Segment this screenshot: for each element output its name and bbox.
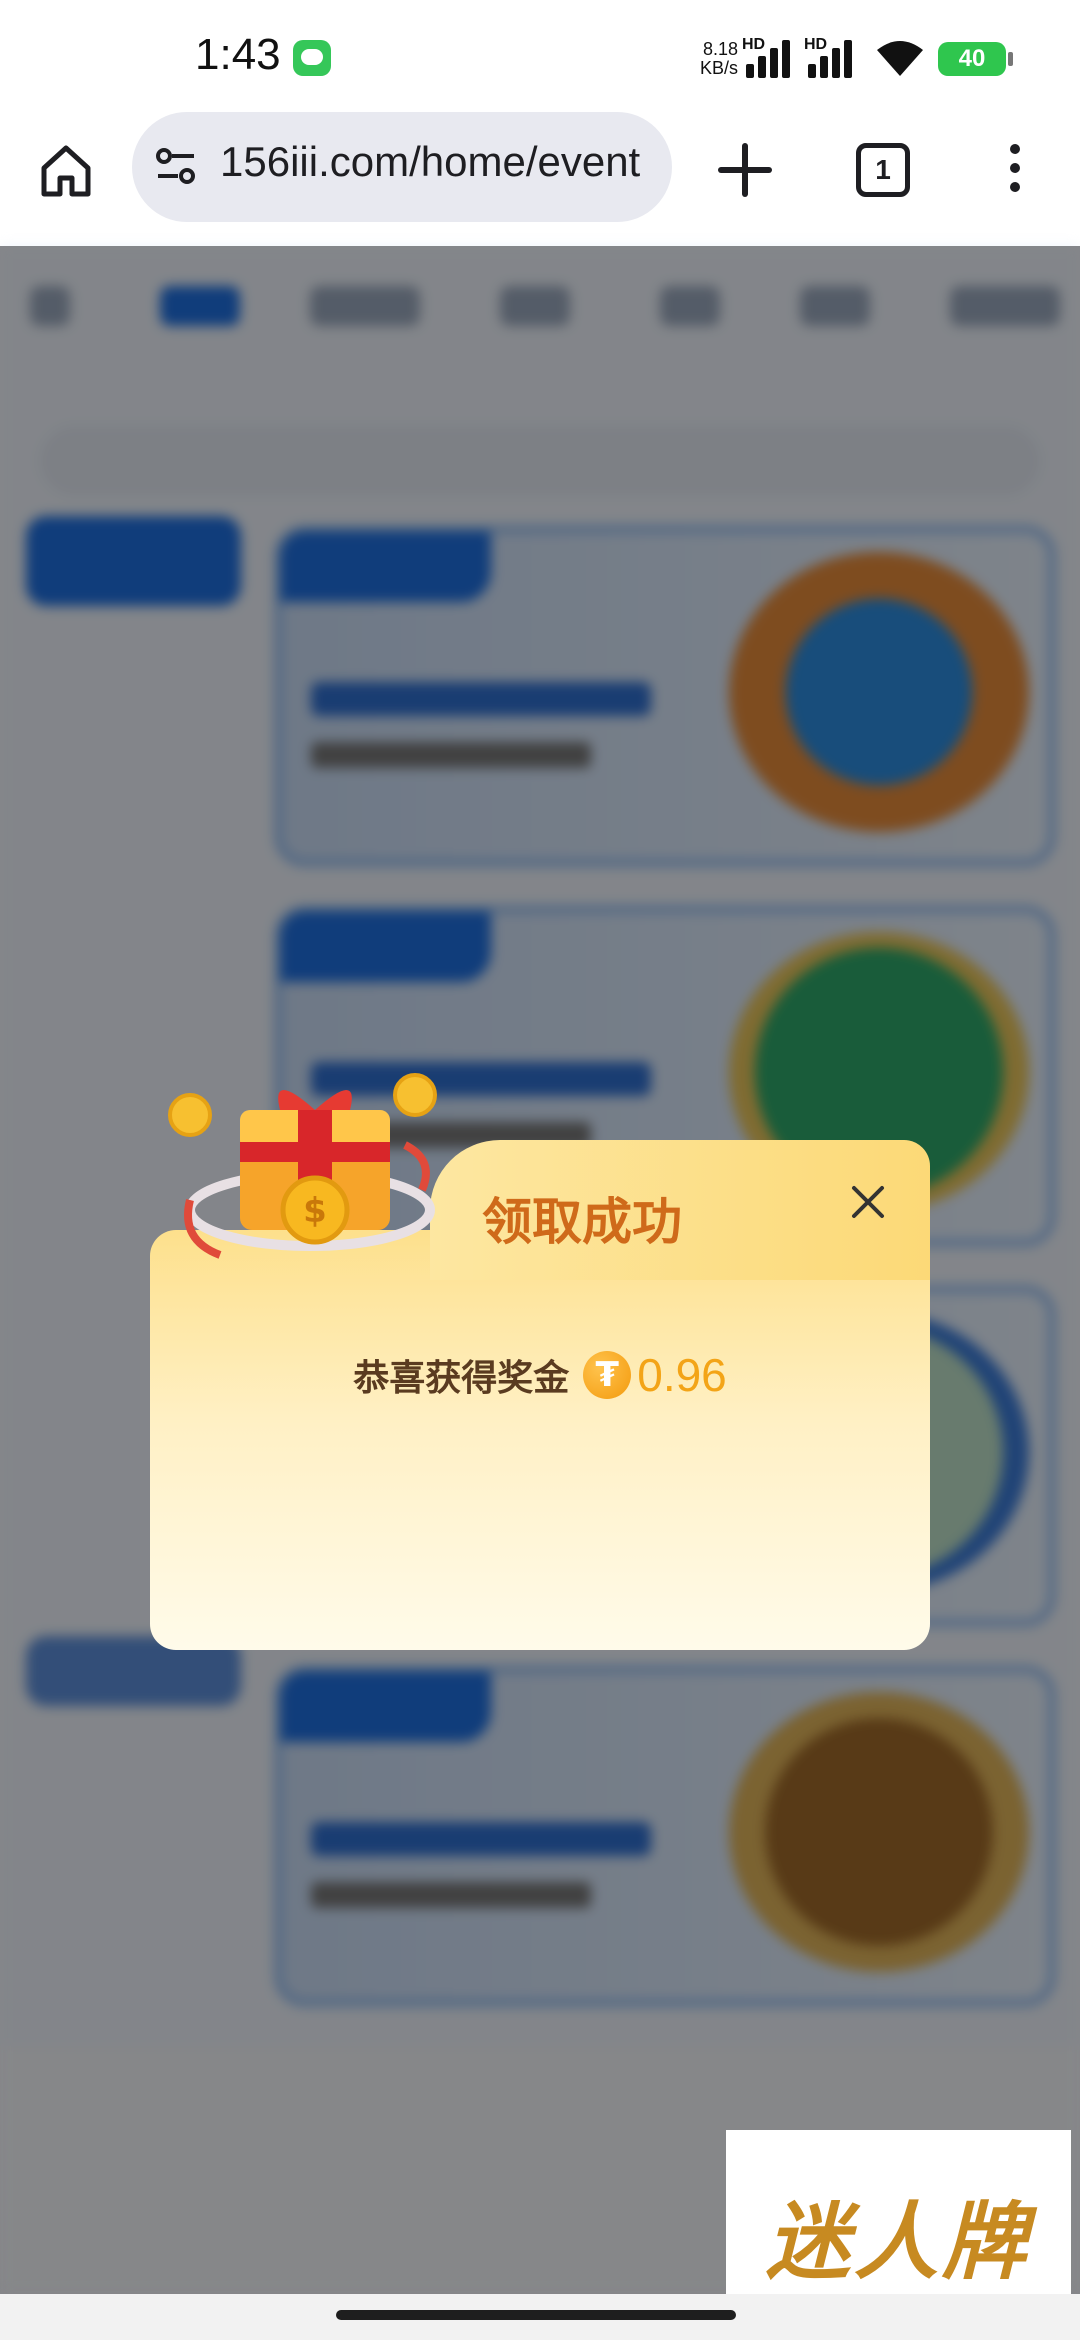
battery-icon: 40 — [938, 42, 1006, 76]
site-settings-icon[interactable] — [154, 144, 198, 188]
message-notification-icon — [293, 40, 331, 76]
modal-title: 领取成功 — [482, 1193, 682, 1251]
tab-switcher-button[interactable]: 1 — [856, 143, 910, 197]
sim2-signal-icon: HD — [804, 36, 874, 78]
home-indicator[interactable] — [336, 2310, 736, 2320]
network-speed: 8.18 KB/s — [692, 40, 738, 78]
battery-tip — [1008, 52, 1013, 66]
sim2-hd-label: HD — [804, 36, 828, 53]
clock: 1:43 — [195, 30, 281, 79]
watermark-logo: 迷人牌 — [726, 2130, 1071, 2320]
reward-label: 恭喜获得奖金 — [353, 1358, 570, 1399]
network-speed-value: 8.18 — [702, 39, 738, 59]
new-tab-icon[interactable] — [712, 140, 778, 200]
close-icon[interactable] — [848, 1182, 888, 1222]
modal-body — [150, 1230, 930, 1650]
home-icon[interactable] — [36, 140, 96, 200]
reward-amount: 0.96 — [637, 1349, 727, 1401]
more-menu-icon[interactable] — [1000, 144, 1030, 204]
url-text[interactable]: 156iii.com/home/event — [220, 138, 640, 186]
sim1-signal-icon: HD — [742, 36, 812, 78]
browser-toolbar: 156iii.com/home/event 1 — [0, 110, 1080, 246]
address-bar[interactable]: 156iii.com/home/event — [132, 112, 672, 222]
usdt-coin-icon: ₮ — [583, 1351, 632, 1399]
battery-level: 40 — [958, 45, 986, 72]
network-speed-unit: KB/s — [699, 58, 738, 78]
sim1-hd-label: HD — [742, 36, 766, 53]
watermark-text: 迷人牌 — [766, 2192, 1031, 2291]
wifi-icon — [877, 41, 923, 76]
reward-line: 恭喜获得奖金 ₮ 0.96 — [150, 1348, 930, 1402]
svg-text:$: $ — [303, 1191, 327, 1231]
gift-box-icon: $ — [168, 1073, 437, 1259]
status-bar: 1:43 8.18 KB/s HD HD 40 — [0, 0, 1080, 110]
